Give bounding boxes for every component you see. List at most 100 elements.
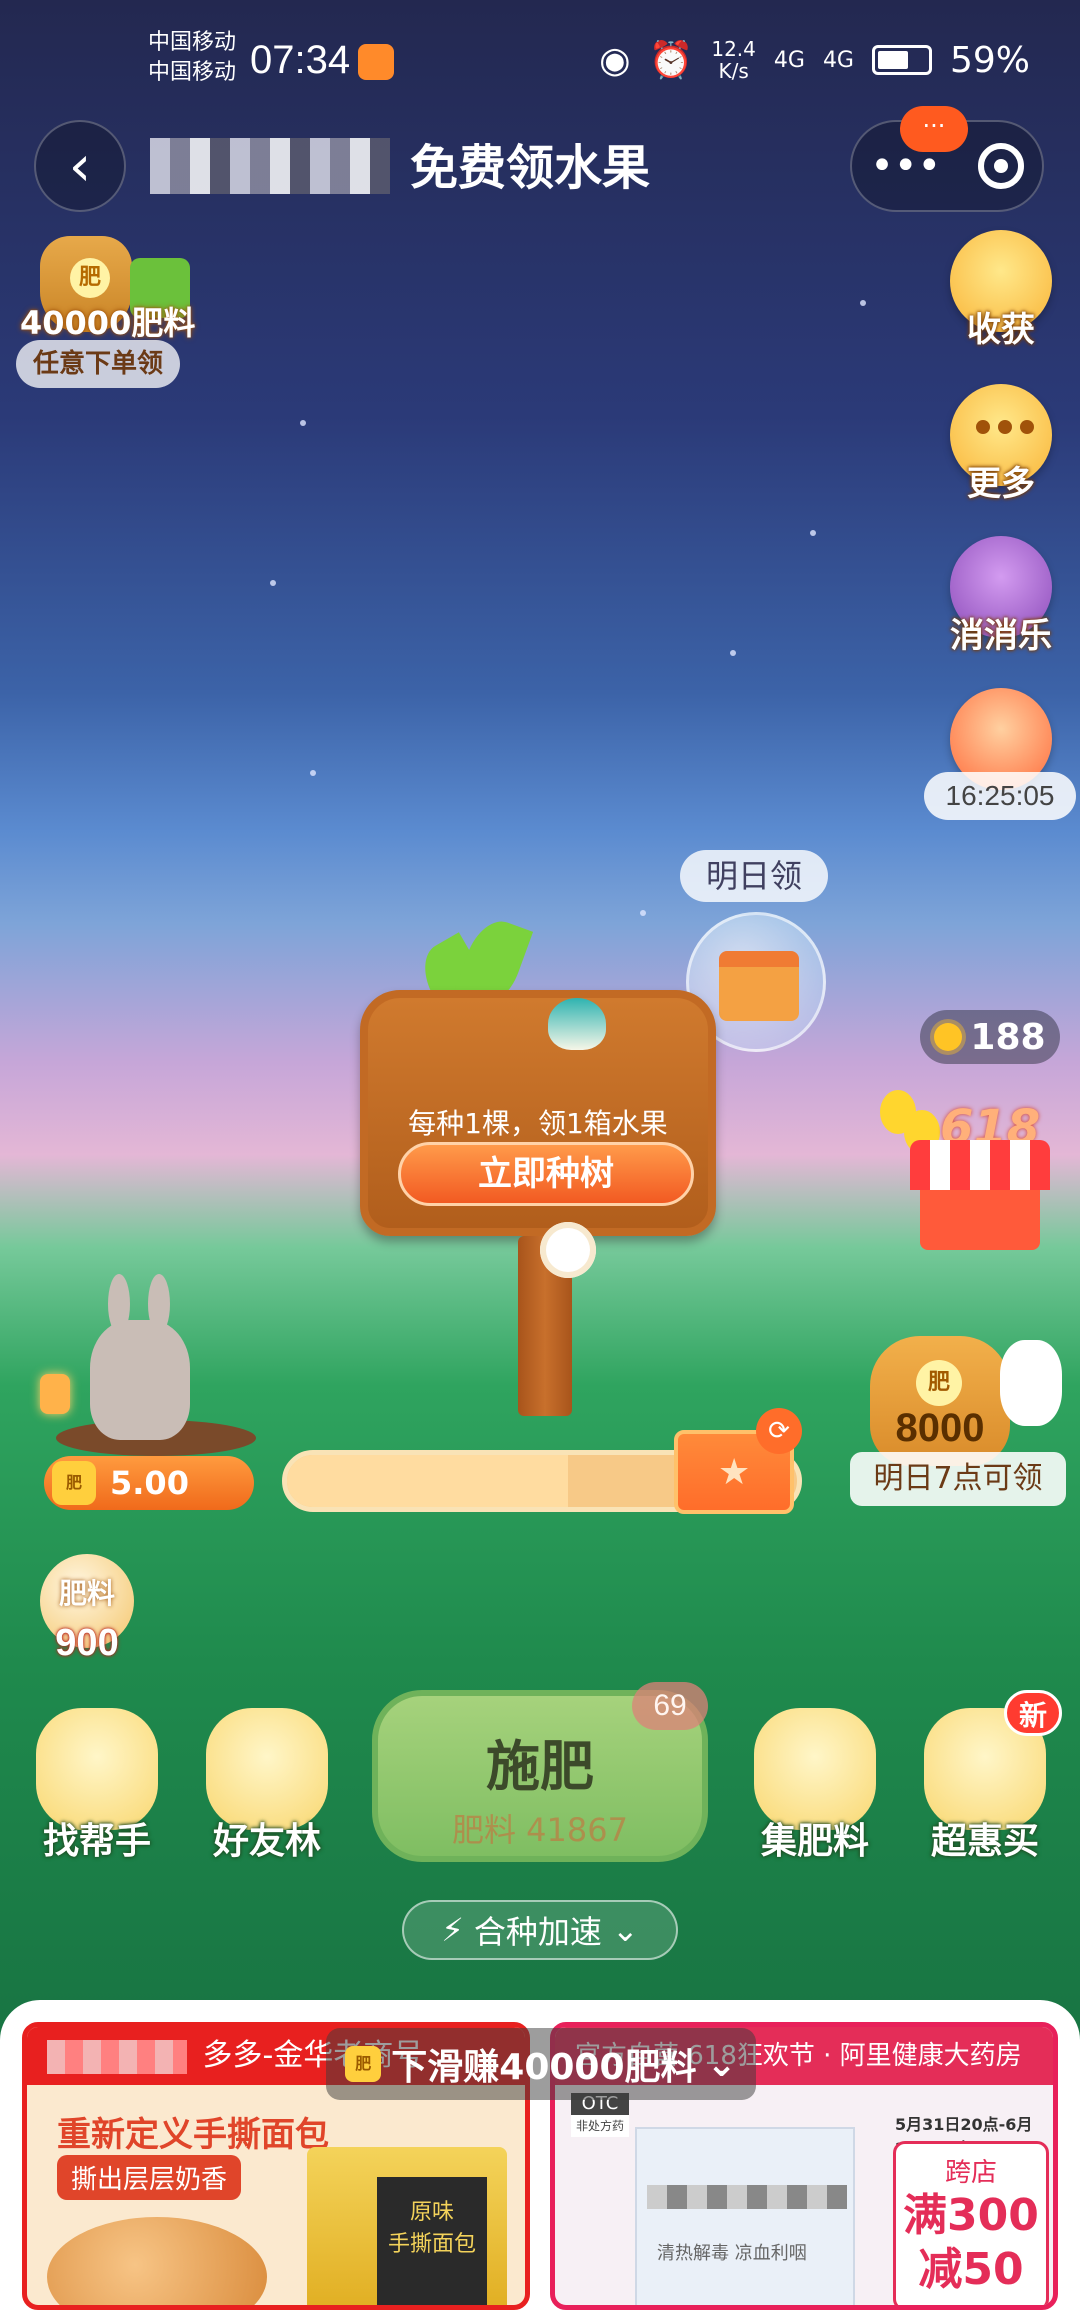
shop-618[interactable]: 618 [880,1080,1060,1260]
shop-body [920,1190,1040,1250]
scroll-earn-text: 下滑赚40000肥料 [391,2047,697,2088]
score-value: 188 [970,1016,1046,1058]
star [810,530,816,536]
star [640,910,646,916]
plant-tree-button[interactable]: 立即种树 [398,1142,694,1206]
clock: 07:34 [250,38,351,82]
harvest-label: 收获 [967,310,1035,350]
new-badge: 新 [1004,1690,1062,1736]
signboard: 每种1棵，领1箱水果 立即种树 [360,990,716,1236]
gift-box-icon [719,951,799,1021]
star [730,650,736,656]
score-pill[interactable]: 188 [920,1010,1060,1064]
menu-badge: ··· [900,106,968,152]
otc-sub: 非处方药 [571,2115,629,2137]
shop-roof [910,1140,1050,1190]
star [300,420,306,426]
promo-a: 跨店 [944,2158,997,2188]
star [270,580,276,586]
fertilize-sub: 肥料 41867 [452,1811,628,1849]
collect-fertilizer-label: 集肥料 [760,1821,869,1862]
promo-pill[interactable]: 任意下单领 [16,340,180,388]
title-redacted [150,138,390,194]
target-icon[interactable] [977,143,1024,189]
carrier-2: 中国移动 [148,60,237,85]
bunny-icon [1000,1340,1062,1426]
promo-c: 减50 [918,2244,1024,2295]
fertilizer-900-bubble[interactable]: 肥料 900 [36,1554,138,1684]
status-bar: 中国移动 中国移动 07:34 ◉ ⏰ 12.4 K/s 4G 4G 59% [0,0,1080,120]
deals-label: 超惠买 [930,1821,1039,1862]
fertilizer-sack-icon: 肥 [52,1461,96,1505]
fertilizer-balance-value: 5.00 [110,1464,189,1502]
more-label: 更多 [967,464,1035,504]
bird-icon [548,998,606,1050]
growth-progress-fill [287,1455,568,1507]
bonus-sack-amount: 8000 [895,1406,985,1450]
bread-image [47,2217,267,2305]
carrier-1: 中国移动 [148,30,237,55]
lightning-icon: ⚡ [441,1911,464,1949]
find-helper-button[interactable]: 找帮手 [32,1708,162,1862]
game-label: 消消乐 [950,616,1052,656]
game-button[interactable]: 消消乐 [948,536,1054,656]
medicine-image: 清热解毒 凉血利咽 [635,2127,855,2305]
harvest-button[interactable]: 收获 [948,230,1054,350]
fertilizer-sack-icon: 肥 [345,2046,382,2082]
net-speed-unit: K/s [718,59,749,83]
sack-label: 肥 [70,258,110,298]
star [310,770,316,776]
app-notification-icon [358,44,394,80]
flower-icon [540,1222,596,1278]
promo-amount: 40000肥料 [20,304,196,342]
signboard-text: 每种1棵，领1箱水果 [408,1107,668,1140]
battery-percent: 59% [949,39,1030,81]
net-speed: 12.4 K/s [711,38,756,82]
gift-timer: 16:25:05 [924,772,1076,820]
more-button[interactable]: 更多 [948,384,1054,504]
fertilize-label: 施肥 [486,1735,594,1798]
status-icons: ◉ ⏰ 12.4 K/s 4G 4G 59% [599,38,1030,82]
signal-1-icon: 4G [773,47,805,73]
page-title: 免费领水果 [410,140,651,196]
fertilizer-900-label: 肥料 [58,1577,115,1610]
lantern-icon [40,1374,70,1414]
medicine-redacted [647,2185,847,2209]
promo-b: 满300 [903,2190,1039,2241]
product-title: 重新定义手撕面包 [57,2115,329,2155]
net-speed-value: 12.4 [711,37,756,61]
box-text-2: 手撕面包 [387,2232,476,2257]
chevron-left-icon: ‹ [68,133,92,199]
find-helper-label: 找帮手 [42,1821,151,1862]
carrier-info: 中国移动 中国移动 [148,28,236,88]
rabbit-icon[interactable] [90,1274,190,1440]
bread-box-image: 原味 手撕面包 [307,2147,507,2305]
bonus-sack[interactable]: 肥 8000 [870,1336,1010,1466]
friend-forest-label: 好友林 [212,1821,321,1862]
bonus-sack-badge: 肥 [916,1360,962,1406]
box-text-1: 原味 [409,2200,454,2225]
scroll-earn-banner[interactable]: 肥 下滑赚40000肥料 ⌄ [326,2028,756,2100]
fertilize-count-badge: 69 [632,1682,708,1730]
fertilizer-balance[interactable]: 肥 5.00 [44,1456,254,1510]
fertilizer-900-amount: 900 [55,1622,119,1664]
speedup-label: 合种加速 [473,1913,602,1951]
bonus-claim-tag: 明日7点可领 [850,1452,1066,1506]
refresh-icon[interactable]: ⟳ [756,1408,802,1454]
chevron-down-icon: ⌄ [706,2043,737,2085]
co-plant-speedup-button[interactable]: ⚡ 合种加速 ⌄ [402,1900,678,1960]
sun-icon [934,1023,963,1051]
tomorrow-claim-tag: 明日领 [680,850,828,902]
promo-box: 跨店 满300 减50 [893,2141,1049,2305]
chevron-down-icon: ⌄ [611,1911,639,1949]
alarm-icon: ⏰ [648,40,694,81]
back-button[interactable]: ‹ [34,120,126,212]
header-redacted [47,2039,187,2074]
signal-2-icon: 4G [822,47,854,73]
collect-fertilizer-button[interactable]: 集肥料 [750,1708,880,1862]
bread-box-label: 原味 手撕面包 [377,2177,487,2305]
star [860,300,866,306]
friend-forest-button[interactable]: 好友林 [202,1708,332,1862]
eye-icon: ◉ [599,39,631,81]
product-subtitle: 撕出层层奶香 [57,2155,242,2200]
